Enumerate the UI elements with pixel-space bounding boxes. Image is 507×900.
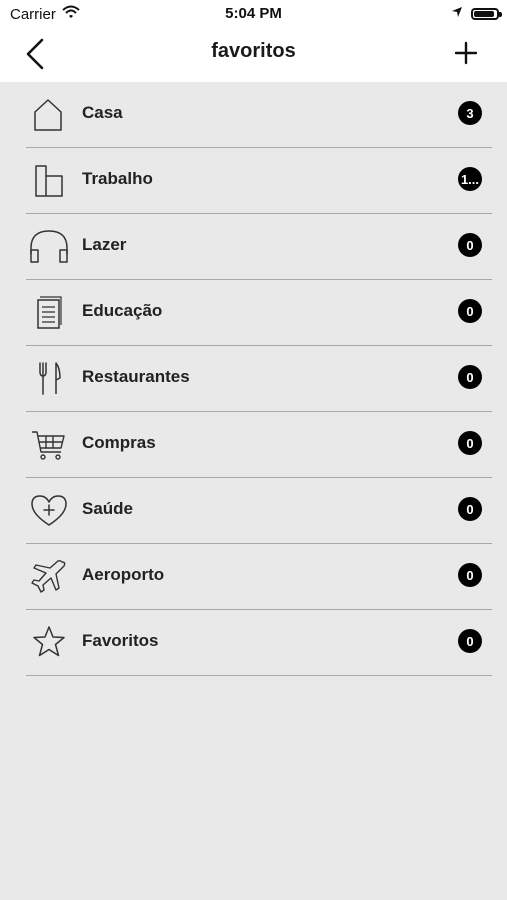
favorites-content: Casa 3 Trabalho 1... Lazer 0 Educação 0 xyxy=(0,82,507,900)
count-badge: 0 xyxy=(458,365,482,389)
page-title: favoritos xyxy=(211,40,296,62)
plus-icon xyxy=(454,41,478,65)
list-item-educacao[interactable]: Educação 0 xyxy=(26,280,492,346)
list-item-saude[interactable]: Saúde 0 xyxy=(26,478,492,544)
list-item-label: Favoritos xyxy=(82,631,159,650)
airplane-icon xyxy=(26,558,72,594)
add-button[interactable] xyxy=(451,38,481,68)
building-icon xyxy=(26,162,72,198)
list-item-lazer[interactable]: Lazer 0 xyxy=(26,214,492,280)
list-item-label: Restaurantes xyxy=(82,367,190,386)
notebook-icon xyxy=(26,294,72,330)
list-item-label: Lazer xyxy=(82,235,127,254)
list-item-compras[interactable]: Compras 0 xyxy=(26,412,492,478)
list-item-casa[interactable]: Casa 3 xyxy=(26,82,492,148)
list-item-restaurantes[interactable]: Restaurantes 0 xyxy=(26,346,492,412)
count-badge: 3 xyxy=(458,101,482,125)
list-item-aeroporto[interactable]: Aeroporto 0 xyxy=(26,544,492,610)
category-list: Casa 3 Trabalho 1... Lazer 0 Educação 0 xyxy=(26,82,492,676)
list-item-trabalho[interactable]: Trabalho 1... xyxy=(26,148,492,214)
list-item-label: Aeroporto xyxy=(82,565,165,584)
count-badge: 0 xyxy=(458,233,482,257)
count-badge: 0 xyxy=(458,629,482,653)
navigation-bar: favoritos xyxy=(0,28,507,82)
count-badge: 0 xyxy=(458,497,482,521)
heart-plus-icon xyxy=(26,492,72,528)
list-item-label: Saúde xyxy=(82,499,134,518)
headphones-icon xyxy=(26,228,72,264)
status-time: 5:04 PM xyxy=(225,5,282,22)
list-item-label: Compras xyxy=(82,433,156,452)
star-icon xyxy=(26,624,72,660)
shopping-cart-icon xyxy=(26,426,72,462)
fork-knife-icon xyxy=(26,360,72,396)
list-item-favoritos[interactable]: Favoritos 0 xyxy=(26,610,492,676)
house-icon xyxy=(26,96,72,132)
count-badge: 0 xyxy=(458,431,482,455)
count-badge: 0 xyxy=(458,563,482,587)
status-bar: Carrier 5:04 PM xyxy=(0,0,507,28)
count-badge: 1... xyxy=(458,167,482,191)
status-right xyxy=(451,5,502,22)
list-item-label: Casa xyxy=(82,103,123,122)
list-item-label: Trabalho xyxy=(82,169,153,188)
count-badge: 0 xyxy=(458,299,482,323)
battery-fill xyxy=(474,10,494,17)
battery-icon xyxy=(471,7,502,20)
location-arrow-icon xyxy=(451,5,463,22)
list-item-label: Educação xyxy=(82,301,163,320)
